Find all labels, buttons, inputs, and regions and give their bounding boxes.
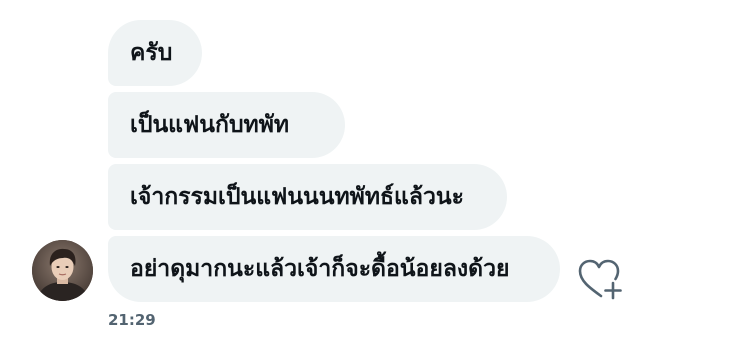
message-text: อย่าดุมากนะแล้วเจ้าก็จะดื้อน้อยลงด้วย bbox=[130, 256, 510, 282]
avatar-image bbox=[32, 240, 93, 301]
message-bubble[interactable]: เป็นแฟนกับทพัท bbox=[108, 92, 345, 158]
message-timestamp: 21:29 bbox=[108, 311, 156, 329]
message-bubble[interactable]: เจ้ากรรมเป็นแฟนนนทพัทธ์แล้วนะ bbox=[108, 164, 507, 230]
message-bubble[interactable]: อย่าดุมากนะแล้วเจ้าก็จะดื้อน้อยลงด้วย bbox=[108, 236, 560, 302]
message-text: เจ้ากรรมเป็นแฟนนนทพัทธ์แล้วนะ bbox=[130, 184, 464, 210]
message-thread: ครับ เป็นแฟนกับทพัท เจ้ากรรมเป็นแฟนนนทพั… bbox=[0, 0, 750, 356]
message-text: ครับ bbox=[130, 40, 173, 66]
user-avatar[interactable] bbox=[32, 240, 93, 301]
message-text: เป็นแฟนกับทพัท bbox=[130, 112, 290, 138]
like-button[interactable] bbox=[576, 258, 624, 302]
heart-plus-icon bbox=[578, 259, 622, 300]
message-bubble[interactable]: ครับ bbox=[108, 20, 202, 86]
